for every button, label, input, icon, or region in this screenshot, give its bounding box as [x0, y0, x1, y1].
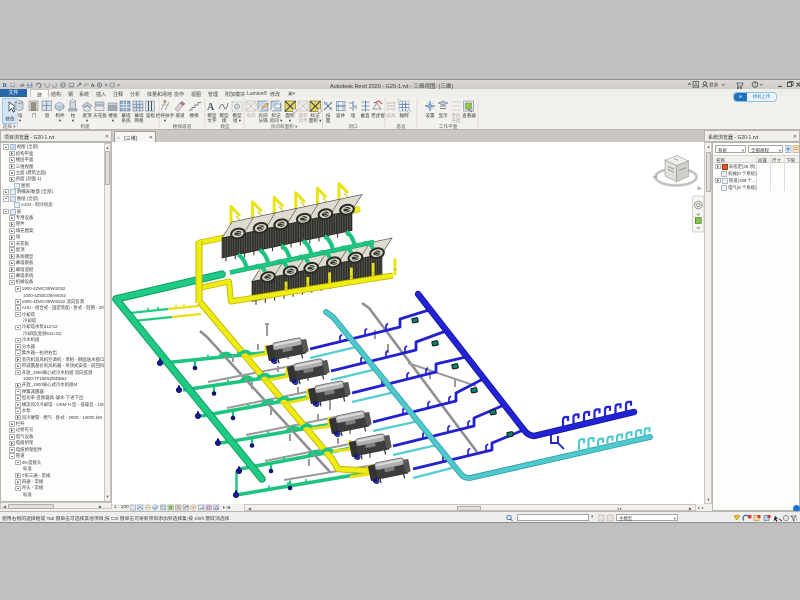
svg-text:?: ? [754, 83, 757, 89]
svg-text:登录: 登录 [709, 81, 719, 87]
svg-text:A: A [207, 102, 215, 113]
svg-text:R: R [3, 82, 8, 89]
svg-text:0: 0 [796, 516, 797, 521]
svg-text:A: A [91, 83, 96, 89]
svg-text:A: A [694, 83, 698, 89]
